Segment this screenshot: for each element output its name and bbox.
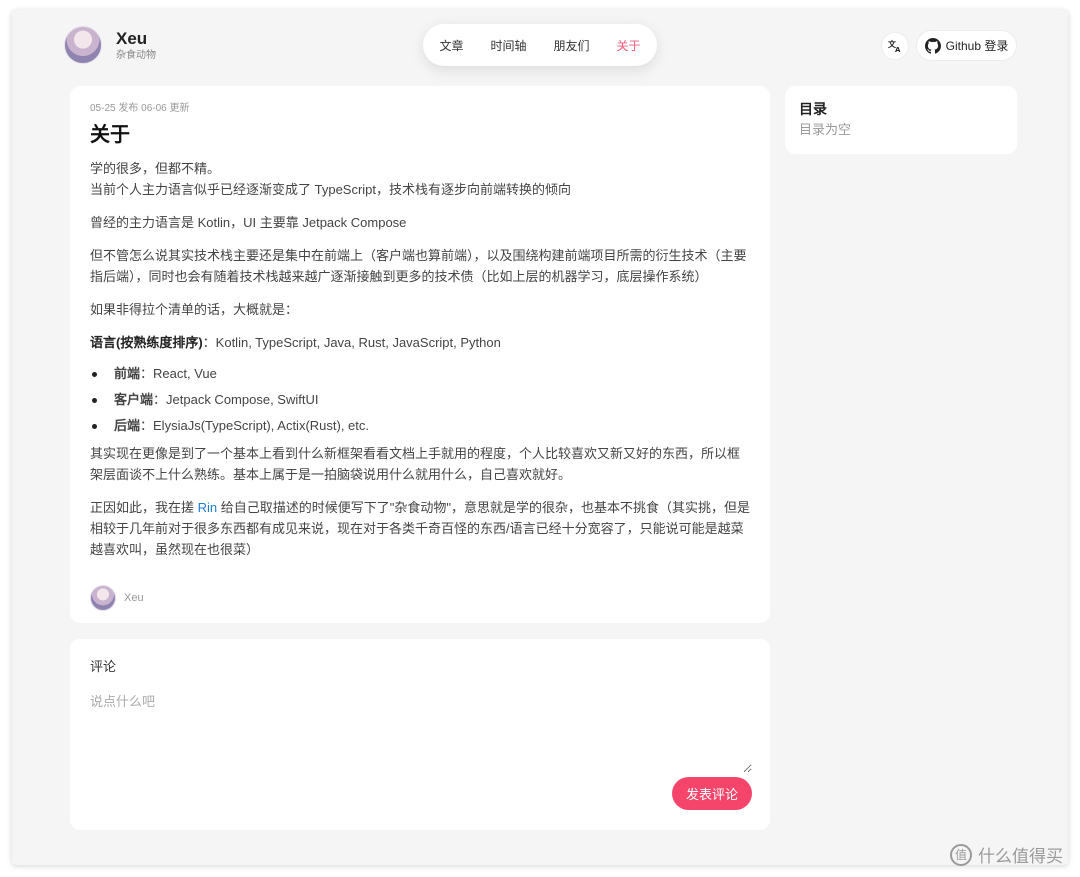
github-login-label: Github 登录 [945, 39, 1009, 53]
language-value: ：Kotlin, TypeScript, Java, Rust, JavaScr… [202, 335, 501, 350]
list-item-value: ：React, Vue [140, 366, 217, 381]
nav-item-about[interactable]: 关于 [617, 37, 641, 54]
paragraph-5: 其实现在更像是到了一个基本上看到什么新框架看看文档上手就用的程度，个人比较喜欢又… [90, 446, 741, 482]
github-icon [924, 37, 941, 54]
article-meta: 05-25 发布 06-06 更新 [90, 103, 190, 114]
site-subtitle: 杂食动物 [116, 49, 156, 61]
toc-card: 目录 目录为空 [785, 86, 1017, 154]
svg-text:A: A [895, 46, 901, 53]
paragraph-1-line-1: 学的很多，但都不精。 [90, 161, 221, 176]
list-item: 后端：ElysiaJs(TypeScript), Actix(Rust), et… [90, 417, 750, 435]
page-frame: Xeu 杂食动物 文章 时间轴 朋友们 关于 文 A Github 登录 05-… [12, 10, 1068, 865]
nav-item-timeline[interactable]: 时间轴 [490, 37, 526, 54]
language-label: 语言(按熟练度排序) [90, 335, 203, 350]
article-title: 关于 [90, 124, 130, 146]
site-avatar[interactable] [64, 26, 102, 64]
toc-title: 目录 [799, 101, 827, 117]
list-item-label: 客户端 [114, 392, 154, 407]
list-item: 客户端：Jetpack Compose, SwiftUI [90, 391, 750, 409]
brand-text: Xeu 杂食动物 [116, 29, 156, 62]
paragraph-6: 正因如此，我在搓 Rin 给自己取描述的时候便写下了"杂食动物"，意思就是学的很… [90, 497, 750, 560]
list-item-label: 前端 [114, 366, 141, 381]
watermark: 值 什么值得买 [950, 842, 1063, 867]
nav-item-articles[interactable]: 文章 [439, 37, 463, 54]
site-name[interactable]: Xeu [116, 29, 156, 49]
submit-comment-button[interactable]: 发表评论 [672, 777, 752, 810]
translate-button[interactable]: 文 A [881, 32, 909, 60]
rin-link[interactable]: Rin [198, 500, 218, 515]
list-item-value: ：Jetpack Compose, SwiftUI [153, 392, 319, 407]
author-avatar[interactable] [90, 585, 116, 611]
comments-title: 评论 [90, 659, 117, 674]
paragraph-1-line-2: 当前个人主力语言似乎已经逐渐变成了 TypeScript，技术栈有逐步向前端转换… [90, 182, 572, 197]
github-login-button[interactable]: Github 登录 [916, 30, 1017, 61]
paragraph-1: 学的很多，但都不精。 当前个人主力语言似乎已经逐渐变成了 TypeScript，… [90, 158, 750, 200]
list-item: 前端：React, Vue [90, 365, 750, 383]
main-nav: 文章 时间轴 朋友们 关于 [423, 24, 657, 66]
paragraph-6-pre: 正因如此，我在搓 [90, 500, 198, 515]
brand[interactable]: Xeu 杂食动物 [64, 26, 156, 64]
language-line: 语言(按熟练度排序)：Kotlin, TypeScript, Java, Rus… [90, 332, 750, 353]
nav-item-friends[interactable]: 朋友们 [554, 37, 590, 54]
article-card: 05-25 发布 06-06 更新 关于 学的很多，但都不精。 当前个人主力语言… [70, 86, 770, 623]
article-body: 学的很多，但都不精。 当前个人主力语言似乎已经逐渐变成了 TypeScript，… [90, 158, 750, 560]
translate-icon: 文 A [888, 39, 901, 53]
list-item-value: ：ElysiaJs(TypeScript), Actix(Rust), etc. [140, 418, 370, 433]
watermark-text: 什么值得买 [978, 847, 1063, 866]
paragraph-3: 但不管怎么说其实技术栈主要还是集中在前端上（客户端也算前端），以及围绕构建前端项… [90, 248, 747, 284]
comments-card: 评论 发表评论 [70, 639, 770, 830]
watermark-badge: 值 [950, 843, 972, 866]
tech-list: 前端：React, Vue 客户端：Jetpack Compose, Swift… [90, 365, 750, 435]
author-name[interactable]: Xeu [124, 592, 144, 604]
article-author[interactable]: Xeu [90, 585, 144, 611]
toc-empty-text: 目录为空 [799, 122, 852, 137]
paragraph-4: 如果非得拉个清单的话，大概就是： [90, 302, 299, 317]
paragraph-2: 曾经的主力语言是 Kotlin，UI 主要靠 Jetpack Compose [90, 215, 407, 230]
comment-input[interactable] [90, 691, 752, 773]
list-item-label: 后端 [114, 418, 141, 433]
